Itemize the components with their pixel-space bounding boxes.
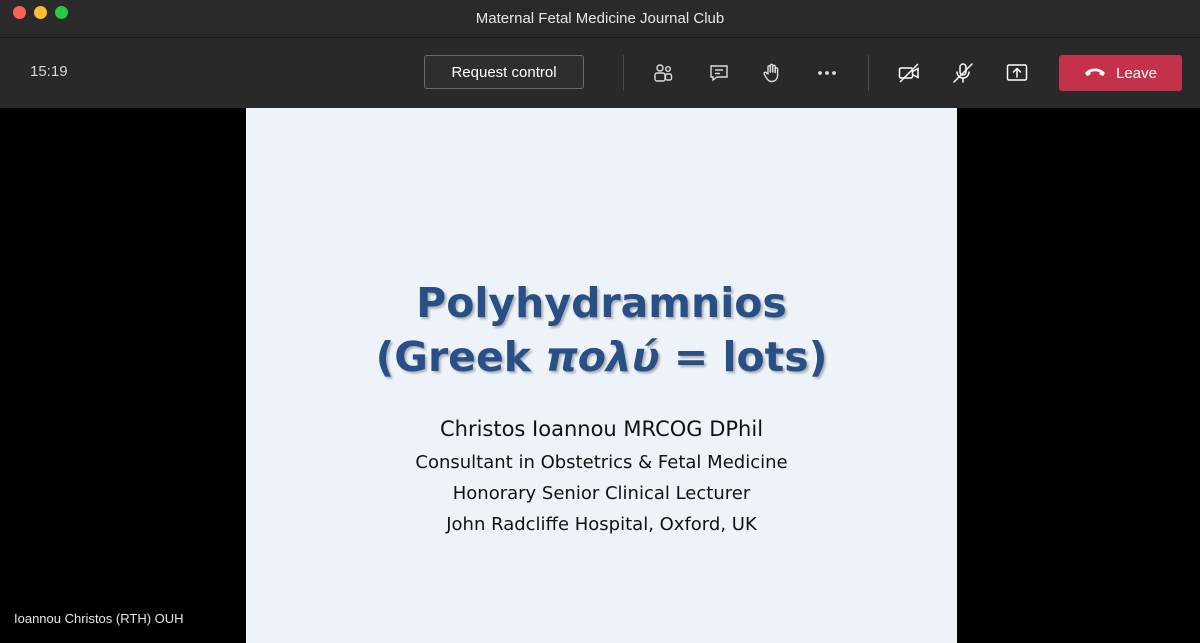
slide-title-suffix: = lots) (659, 333, 828, 381)
toolbar-divider (623, 55, 624, 91)
mic-off-icon[interactable] (950, 60, 976, 86)
more-options-icon[interactable] (814, 60, 840, 86)
slide-title-line2: (Greek πολύ = lots) (246, 330, 957, 384)
presentation-slide: Polyhydramnios (Greek πολύ = lots) Chris… (246, 108, 957, 643)
maximize-window-button[interactable] (55, 6, 68, 19)
leave-button[interactable]: Leave (1059, 55, 1182, 91)
window-controls (13, 6, 68, 19)
close-window-button[interactable] (13, 6, 26, 19)
chat-icon[interactable] (706, 60, 732, 86)
slide-affiliation: John Radcliffe Hospital, Oxford, UK (446, 514, 757, 535)
slide-role-lecturer: Honorary Senior Clinical Lecturer (452, 483, 751, 504)
slide-title: Polyhydramnios (Greek πολύ = lots) (246, 276, 957, 384)
meeting-toolbar: 15:19 Request control Leave (0, 38, 1200, 108)
meeting-timer: 15:19 (30, 63, 68, 80)
window-title: Maternal Fetal Medicine Journal Club (475, 10, 725, 27)
raise-hand-icon[interactable] (759, 60, 785, 86)
slide-role-consultant: Consultant in Obstetrics & Fetal Medicin… (415, 452, 788, 473)
slide-title-greek: πολύ (545, 333, 660, 381)
participants-icon[interactable] (650, 60, 676, 86)
presenter-name: Ioannou Christos (RTH) OUH (14, 611, 184, 626)
shared-screen-stage: Polyhydramnios (Greek πολύ = lots) Chris… (0, 108, 1200, 643)
toolbar-divider (868, 55, 869, 91)
slide-title-prefix: (Greek (375, 333, 546, 381)
slide-author: Christos Ioannou MRCOG DPhil (439, 417, 764, 441)
phone-hangup-icon (1084, 65, 1106, 82)
request-control-label: Request control (451, 63, 557, 81)
share-screen-icon[interactable] (1004, 60, 1030, 86)
camera-off-icon[interactable] (896, 60, 922, 86)
window-titlebar: Maternal Fetal Medicine Journal Club (0, 0, 1200, 38)
slide-title-line1: Polyhydramnios (416, 279, 787, 327)
leave-label: Leave (1116, 64, 1157, 82)
minimize-window-button[interactable] (34, 6, 47, 19)
request-control-button[interactable]: Request control (424, 55, 584, 89)
